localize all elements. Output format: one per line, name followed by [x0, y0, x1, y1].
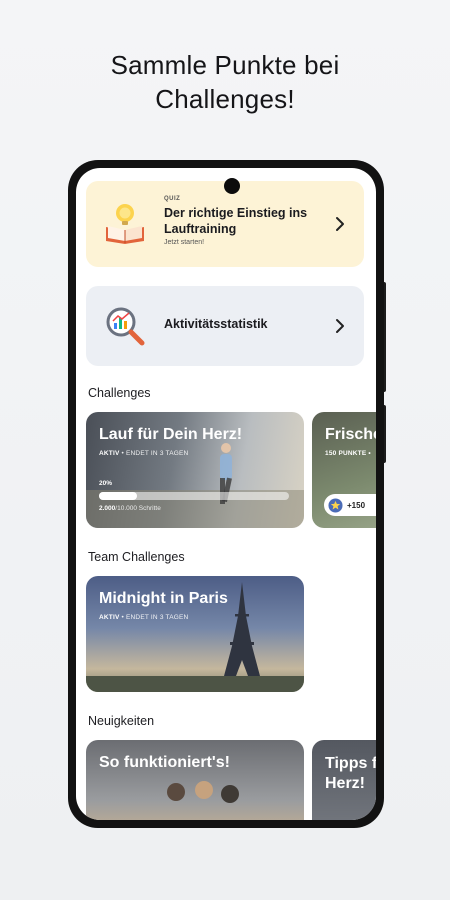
team-challenge-card[interactable]: Midnight in Paris AKTIV • ENDET IN 3 TAG… — [86, 576, 304, 692]
news-section-title: Neuigkeiten — [88, 714, 155, 728]
quiz-text-block: QUIZ Der richtige Einstieg ins Lauftrain… — [164, 196, 334, 246]
people-photo — [167, 781, 239, 803]
chevron-right-icon — [336, 217, 344, 231]
news-2-title-line-1: Tipps f — [325, 755, 376, 772]
challenge-progress-bar — [99, 492, 289, 500]
points-chip-label: +150 — [347, 500, 366, 510]
challenge-steps: 2.000/10.000 Schritte — [99, 505, 161, 512]
challenges-section-title: Challenges — [88, 386, 151, 400]
challenge-steps-total: /10.000 Schritte — [115, 505, 161, 512]
points-chip: +150 — [324, 494, 376, 516]
challenge-2-title: Frische — [325, 426, 376, 443]
star-badge-icon — [328, 497, 343, 513]
challenge-status: AKTIV • ENDET IN 3 TAGEN — [99, 450, 188, 457]
quiz-title: Der richtige Einstieg ins Lauftraining — [164, 206, 308, 236]
challenge-card-2[interactable]: Frische 150 PUNKTE • +150 — [312, 412, 376, 528]
team-challenge-title: Midnight in Paris — [99, 590, 228, 607]
app-screen: QUIZ Der richtige Einstieg ins Lauftrain… — [76, 168, 376, 820]
team-challenges-section-title: Team Challenges — [88, 550, 185, 564]
page-headline: Sammle Punkte bei Challenges! — [0, 48, 450, 116]
activity-stats-card[interactable]: Aktivitätsstatistik — [86, 286, 364, 366]
team-challenge-status-active: AKTIV — [99, 614, 120, 621]
lightbulb-book-icon — [106, 204, 144, 244]
news-2-title: Tipps f Herz! — [325, 754, 376, 794]
quiz-card[interactable]: QUIZ Der richtige Einstieg ins Lauftrain… — [86, 181, 364, 267]
news-2-title-line-2: Herz! — [325, 775, 366, 792]
challenge-title: Lauf für Dein Herz! — [99, 426, 243, 443]
quiz-label: QUIZ — [164, 196, 181, 202]
magnifier-chart-icon — [106, 307, 145, 346]
phone-frame: QUIZ Der richtige Einstieg ins Lauftrain… — [68, 160, 384, 828]
challenge-progress-percent: 20% — [99, 480, 113, 487]
challenge-status-ends: • ENDET IN 3 TAGEN — [121, 450, 189, 457]
news-card-2[interactable]: Tipps f Herz! — [312, 740, 376, 820]
headline-line-1: Sammle Punkte bei — [110, 50, 340, 80]
news-title: So funktioniert's! — [99, 754, 230, 771]
activity-stats-title: Aktivitätsstatistik — [164, 317, 268, 331]
challenge-card[interactable]: Lauf für Dein Herz! AKTIV • ENDET IN 3 T… — [86, 412, 304, 528]
challenge-progress-fill — [99, 492, 137, 500]
challenge-steps-done: 2.000 — [99, 505, 116, 512]
chevron-right-icon — [336, 319, 344, 333]
news-card[interactable]: So funktioniert's! — [86, 740, 304, 820]
challenge-2-points: 150 PUNKTE • — [325, 450, 371, 457]
camera-punch-hole — [224, 178, 240, 194]
quiz-cta: Jetzt starten! — [164, 239, 205, 246]
team-challenge-status: AKTIV • ENDET IN 3 TAGEN — [99, 614, 188, 621]
headline-line-2: Challenges! — [155, 84, 295, 114]
challenge-status-active: AKTIV — [99, 450, 120, 457]
team-challenge-status-ends: • ENDET IN 3 TAGEN — [121, 614, 189, 621]
